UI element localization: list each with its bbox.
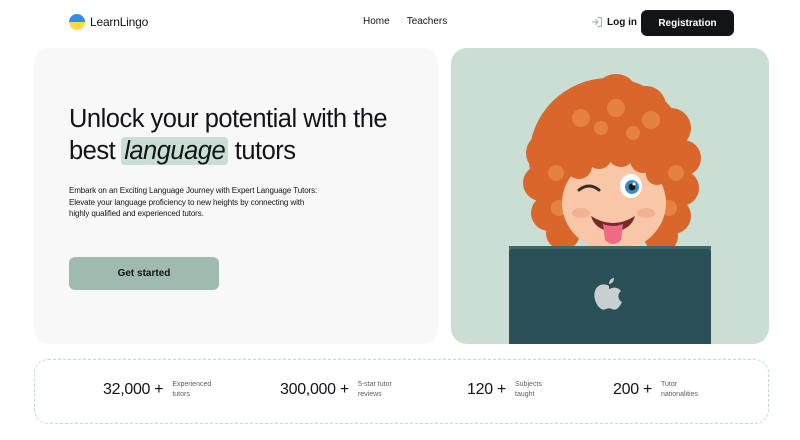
stat-label-line2: taught (515, 390, 535, 398)
hero-title-part1: Unlock your potential with the best (69, 105, 388, 165)
stat-subjects: 120 + Subjects taught (467, 380, 542, 399)
nav-teachers[interactable]: Teachers (407, 16, 448, 27)
stat-label-line1: Tutor (661, 381, 678, 388)
stat-value: 300,000 + (280, 380, 349, 398)
stat-label-line2: nationalities (661, 390, 698, 398)
login-arrow-icon (591, 16, 603, 28)
stat-value: 200 + (613, 380, 652, 398)
logo[interactable]: LearnLingo (69, 14, 148, 30)
stat-label-line1: Subjects (515, 381, 542, 388)
main-nav: Home Teachers (363, 16, 447, 27)
stat-nationalities: 200 + Tutor nationalities (613, 380, 698, 399)
stat-label-line2: tutors (172, 390, 190, 398)
stat-label: Subjects taught (515, 380, 542, 399)
memoji-laptop-image (509, 74, 711, 344)
get-started-button[interactable]: Get started (69, 257, 219, 290)
stats-bar: 32,000 + Experienced tutors 300,000 + 5-s… (34, 359, 769, 424)
stat-reviews: 300,000 + 5-star tutor reviews (280, 380, 392, 399)
hero-card: Unlock your potential with the best langu… (34, 48, 438, 344)
registration-button[interactable]: Registration (641, 10, 734, 36)
stat-label-line1: 5-star tutor (357, 381, 392, 388)
ukraine-flag-icon (69, 14, 85, 30)
nav-home[interactable]: Home (363, 16, 390, 27)
hero-description: Embark on an Exciting Language Journey w… (69, 186, 318, 218)
brand-name: LearnLingo (90, 15, 149, 29)
hero-title-part2: tutors (234, 137, 296, 165)
header: LearnLingo Home Teachers Log in Registra… (0, 0, 800, 46)
login-button[interactable]: Log in (591, 16, 637, 28)
stat-tutors: 32,000 + Experienced tutors (103, 380, 211, 399)
hero-illustration (451, 48, 769, 344)
stat-label-line2: reviews (357, 390, 382, 398)
login-label: Log in (607, 16, 637, 28)
stat-label-line1: Experienced (172, 381, 212, 388)
stat-label: Experienced tutors (172, 380, 211, 399)
stat-value: 32,000 + (103, 380, 164, 398)
stat-label: Tutor nationalities (661, 380, 698, 399)
stat-label: 5-star tutor reviews (358, 380, 392, 399)
stat-value: 120 + (467, 380, 506, 398)
hero-title-highlight: language (121, 137, 229, 165)
hero-title: Unlock your potential with the best langu… (69, 103, 409, 167)
